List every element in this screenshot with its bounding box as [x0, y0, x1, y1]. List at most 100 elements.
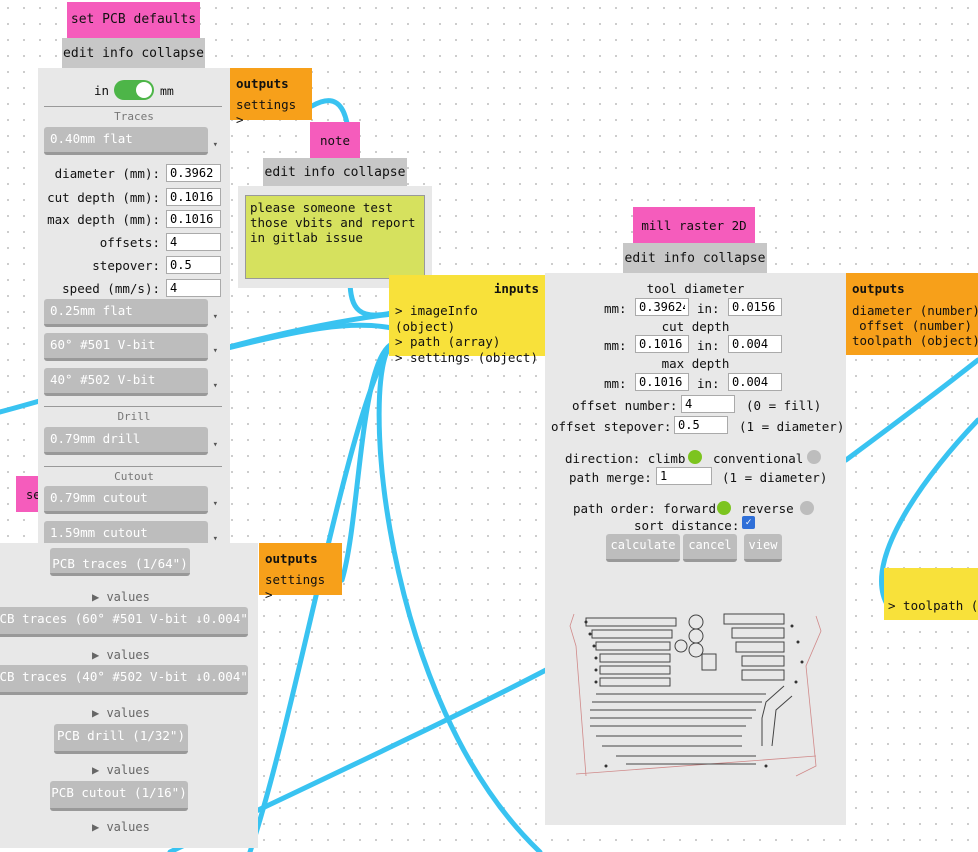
direction-label: direction: climb — [565, 451, 686, 466]
input-settings[interactable]: > settings (object) — [395, 350, 539, 366]
values-label: values — [106, 648, 150, 662]
input-toolpath[interactable]: > toolpath (o — [888, 598, 978, 613]
conventional-radio[interactable] — [807, 450, 821, 464]
pcb-traces-40-button[interactable]: PCB traces (40° #502 V-bit ↓0.004") — [0, 665, 248, 695]
values-toggle[interactable]: ▶ values — [92, 648, 150, 662]
tool-label: 0.40mm flat — [50, 131, 133, 146]
tool-025mm-flat-button[interactable]: 0.25mm flat ▾ — [44, 299, 218, 327]
max-depth-field[interactable] — [166, 210, 221, 228]
drill-section-label: Drill — [117, 410, 151, 423]
input-imageinfo[interactable]: > imageInfo (object) — [395, 303, 539, 334]
wire — [225, 322, 395, 351]
stepover-field[interactable] — [166, 256, 221, 274]
param-label: speed (mm/s): — [62, 281, 160, 296]
values-toggle[interactable]: ▶ values — [92, 763, 150, 777]
tool-040mm-flat-button[interactable]: 0.40mm flat ▾ — [44, 127, 218, 155]
hidden-node-title[interactable]: se — [16, 476, 38, 512]
unit-in-label: in — [94, 83, 110, 98]
max-depth-mm-field[interactable] — [635, 373, 689, 391]
input-path[interactable]: > path (array) — [395, 334, 539, 350]
in-label: in: — [697, 338, 720, 353]
values-label: values — [106, 763, 150, 777]
offset-stepover-field[interactable] — [674, 416, 728, 434]
param-label: max depth (mm): — [47, 212, 160, 227]
tool-label: 0.79mm drill — [50, 431, 141, 446]
values-toggle[interactable]: ▶ values — [92, 706, 150, 720]
output-settings[interactable]: settings > — [265, 572, 336, 602]
divider — [44, 106, 222, 107]
offset-number-field[interactable] — [681, 395, 735, 413]
tool-diameter-in-field[interactable] — [728, 298, 782, 316]
mm-label: mm: — [604, 338, 627, 353]
edit-info-collapse-bar[interactable]: edit info collapse — [62, 38, 205, 68]
param-label: offsets: — [99, 235, 160, 250]
cancel-button[interactable]: cancel — [683, 534, 737, 562]
values-toggle[interactable]: ▶ values — [92, 820, 150, 834]
divider — [44, 466, 222, 467]
cut-depth-in-field[interactable] — [728, 335, 782, 353]
offset-number-hint: (0 = fill) — [746, 398, 822, 413]
max-depth-in-field[interactable] — [728, 373, 782, 391]
sort-distance-checkbox[interactable]: ✓ — [742, 516, 755, 529]
unit-mm-label: mm — [160, 84, 174, 98]
path-merge-field[interactable] — [656, 467, 712, 485]
tool-drill-button[interactable]: 0.79mm drill ▾ — [44, 427, 218, 455]
divider — [44, 406, 222, 407]
diameter-field[interactable] — [166, 164, 221, 182]
pcb-drill-button[interactable]: PCB drill (1/32") — [54, 724, 188, 754]
outputs-node-bottom: outputs settings > — [259, 543, 342, 602]
cut-depth-label: cut depth — [661, 319, 730, 334]
in-label: in: — [697, 376, 720, 391]
outputs-title: outputs — [265, 551, 318, 566]
forward-radio[interactable] — [717, 501, 731, 515]
tool-diameter-mm-field[interactable] — [635, 298, 689, 316]
note-textarea[interactable]: please someone test those vbits and repo… — [245, 195, 425, 279]
climb-radio[interactable] — [688, 450, 702, 464]
conventional-label: conventional — [713, 451, 804, 466]
outputs-title: outputs — [852, 281, 905, 296]
wire — [376, 341, 543, 852]
inputs-node: inputs > imageInfo (object) > path (arra… — [389, 275, 545, 365]
values-toggle[interactable]: ▶ values — [92, 590, 150, 604]
path-merge-label: path merge: — [569, 470, 652, 485]
inputs-title: inputs — [493, 281, 539, 296]
toggle-knob — [136, 82, 152, 98]
tool-label: 40° #502 V-bit — [50, 372, 156, 387]
unit-toggle[interactable] — [114, 80, 154, 100]
pcb-traces-60-button[interactable]: PCB traces (60° #501 V-bit ↓0.004") — [0, 607, 248, 637]
mill-raster-title[interactable]: mill raster 2D — [633, 207, 755, 243]
note-edit-info-collapse-bar[interactable]: edit info collapse — [263, 158, 407, 186]
set-pcb-defaults-title[interactable]: set PCB defaults — [67, 2, 200, 38]
sort-distance-label: sort distance: — [634, 518, 740, 533]
output-offset[interactable]: offset (number) — [852, 318, 972, 333]
cutout-section-label: Cutout — [114, 470, 154, 483]
output-diameter[interactable]: diameter (number) — [852, 303, 978, 318]
cut-depth-field[interactable] — [166, 188, 221, 206]
offset-stepover-hint: (1 = diameter) — [739, 419, 845, 434]
cut-depth-mm-field[interactable] — [635, 335, 689, 353]
tool-079-cutout-button[interactable]: 0.79mm cutout ▾ — [44, 486, 218, 514]
reverse-radio[interactable] — [800, 501, 814, 515]
in-label: in: — [697, 301, 720, 316]
pcb-traces-164-button[interactable]: PCB traces (1/64") — [50, 548, 190, 576]
output-settings[interactable]: settings > — [236, 97, 306, 127]
speed-field[interactable] — [166, 279, 221, 297]
tool-diameter-label: tool diameter — [646, 281, 745, 296]
max-depth-label: max depth — [661, 356, 730, 371]
param-label: diameter (mm): — [54, 166, 160, 181]
output-toolpath[interactable]: toolpath (object) — [852, 333, 978, 348]
pcb-cutout-button[interactable]: PCB cutout (1/16") — [50, 781, 188, 811]
mm-label: mm: — [604, 301, 627, 316]
values-label: values — [106, 706, 150, 720]
tool-label: 0.25mm flat — [50, 303, 133, 318]
view-button[interactable]: view — [744, 534, 782, 562]
traces-section-label: Traces — [114, 110, 154, 123]
mill-edit-info-collapse-bar[interactable]: edit info collapse — [623, 243, 767, 273]
tool-label: 60° #501 V-bit — [50, 337, 156, 352]
offsets-field[interactable] — [166, 233, 221, 251]
mill-outputs-node: outputs diameter (number) offset (number… — [846, 273, 978, 355]
tool-40-vbit-button[interactable]: 40° #502 V-bit ▾ — [44, 368, 218, 396]
calculate-button[interactable]: calculate — [606, 534, 680, 562]
note-title[interactable]: note — [310, 122, 360, 158]
tool-60-vbit-button[interactable]: 60° #501 V-bit ▾ — [44, 333, 218, 361]
